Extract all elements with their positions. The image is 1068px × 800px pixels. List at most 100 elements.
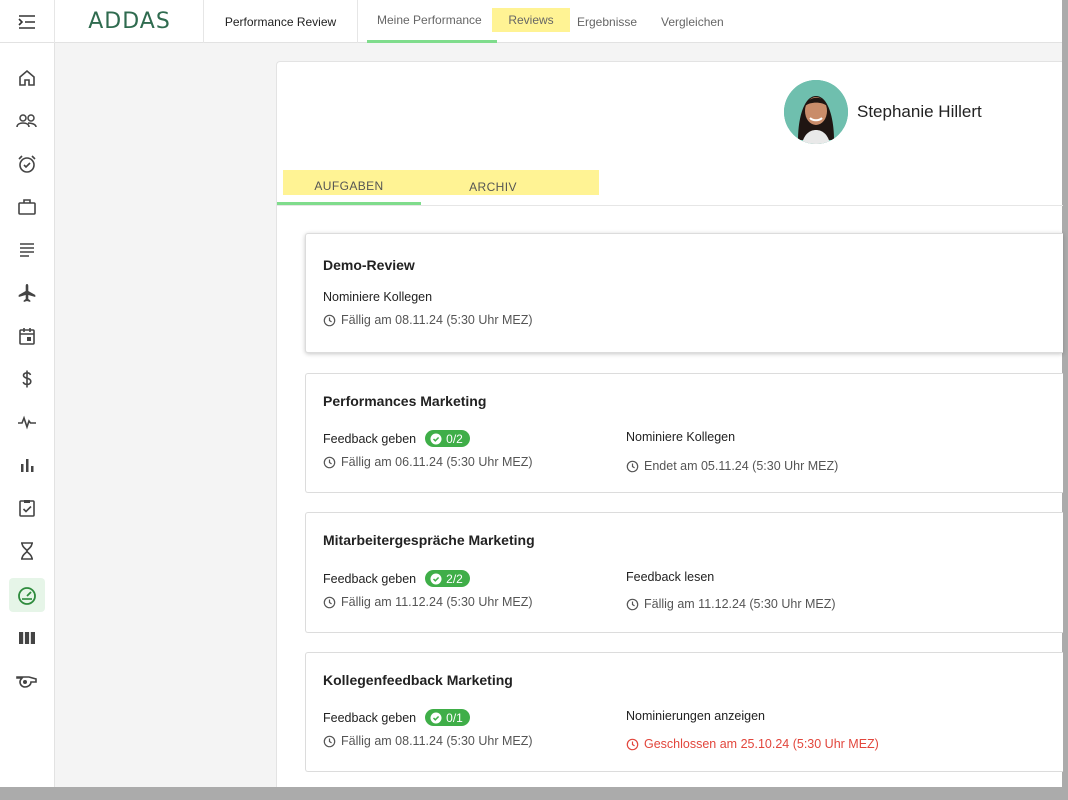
briefcase-icon	[18, 199, 36, 215]
task-label: Feedback lesen	[626, 570, 715, 584]
tab-ergebnisse[interactable]: Ergebnisse	[577, 0, 637, 43]
home-icon	[19, 69, 35, 86]
employee-profile[interactable]: Stephanie Hillert	[784, 80, 982, 144]
due-text: Fällig am 11.12.24 (5:30 Uhr MEZ)	[341, 595, 533, 609]
task-link[interactable]: Feedback lesen	[626, 570, 714, 584]
tab-label: Reviews	[508, 13, 554, 27]
tab-label: Ergebnisse	[577, 14, 638, 29]
due-date: Fällig am 08.11.24 (5:30 Uhr MEZ)	[323, 313, 533, 327]
columns-icon	[19, 632, 35, 644]
sidebar-item-calendar[interactable]	[9, 319, 45, 353]
sidebar	[0, 43, 55, 787]
review-card[interactable]: Demo-Review Nominiere Kollegen Fällig am…	[305, 233, 1063, 353]
dollar-icon	[22, 370, 32, 388]
whistle-icon	[16, 676, 37, 688]
due-text: Fällig am 11.12.24 (5:30 Uhr MEZ)	[644, 597, 836, 611]
user-photo	[784, 80, 848, 144]
notes-icon	[20, 243, 34, 257]
end-date: Endet am 05.11.24 (5:30 Uhr MEZ)	[626, 459, 838, 473]
clock-icon	[323, 735, 336, 747]
top-bar: ADDAS Performance Review Meine Performan…	[0, 0, 1062, 43]
clock-icon	[626, 738, 639, 750]
card-title: Mitarbeitergespräche Marketing	[323, 532, 535, 548]
card-title: Kollegenfeedback Marketing	[323, 672, 513, 688]
people-icon	[16, 114, 37, 128]
check-circle-icon	[430, 712, 442, 723]
clock-icon	[626, 598, 639, 610]
sidebar-item-absences[interactable]	[9, 276, 45, 310]
due-text: Geschlossen am 25.10.24 (5:30 Uhr MEZ)	[644, 737, 879, 751]
clock-icon	[323, 456, 336, 468]
tab-archiv[interactable]: ARCHIV	[421, 169, 565, 205]
bar-chart-icon	[21, 459, 34, 472]
pulse-icon	[18, 415, 36, 430]
tab-reviews[interactable]: Reviews	[492, 8, 570, 32]
due-text: Endet am 05.11.24 (5:30 Uhr MEZ)	[644, 459, 839, 473]
sidebar-item-activity[interactable]	[9, 405, 45, 439]
employee-name: Stephanie Hillert	[857, 102, 982, 121]
task-label: Feedback geben	[323, 571, 417, 586]
sidebar-item-board[interactable]	[9, 621, 45, 655]
card-title: Demo-Review	[323, 257, 415, 273]
subtab-bar: AUFGABEN ARCHIV	[277, 169, 1063, 206]
due-date: Fällig am 08.11.24 (5:30 Uhr MEZ)	[323, 734, 533, 748]
tab-vergleichen[interactable]: Vergleichen	[661, 0, 724, 43]
review-card[interactable]: Performances Marketing Feedback geben 0/…	[305, 373, 1063, 493]
task-label: Nominierungen anzeigen	[626, 709, 765, 723]
badge-count: 0/2	[446, 431, 463, 446]
closed-date: Geschlossen am 25.10.24 (5:30 Uhr MEZ)	[626, 737, 879, 751]
review-card[interactable]: Kollegenfeedback Marketing Feedback gebe…	[305, 652, 1063, 772]
clock-icon	[323, 314, 336, 326]
sidebar-item-performance[interactable]	[9, 578, 45, 612]
sidebar-item-tasks[interactable]	[9, 491, 45, 525]
task-label: Nominiere Kollegen	[626, 430, 736, 444]
task-label: Feedback geben	[323, 710, 417, 725]
task-link[interactable]: Nominiere Kollegen	[323, 290, 432, 304]
main-panel: Stephanie Hillert AUFGABEN ARCHIV Demo-R…	[276, 61, 1063, 787]
sidebar-item-trial-period[interactable]	[9, 534, 45, 568]
due-date: Fällig am 06.11.24 (5:30 Uhr MEZ)	[323, 455, 533, 469]
badge-count: 2/2	[446, 571, 463, 586]
check-circle-icon	[430, 433, 442, 444]
review-card[interactable]: Mitarbeitergespräche Marketing Feedback …	[305, 512, 1063, 633]
menu-toggle-button[interactable]	[0, 0, 55, 43]
task-link[interactable]: Feedback geben 0/1	[323, 709, 470, 726]
progress-badge: 0/2	[425, 430, 470, 447]
check-circle-icon	[430, 573, 442, 584]
tab-aufgaben[interactable]: AUFGABEN	[277, 169, 421, 205]
avatar	[784, 80, 848, 144]
sidebar-item-people[interactable]	[9, 104, 45, 138]
tab-label: AUFGABEN	[314, 178, 384, 193]
badge-count: 0/1	[446, 710, 463, 725]
sidebar-item-reports[interactable]	[9, 448, 45, 482]
tab-meine-performance[interactable]: Meine Performance	[367, 0, 497, 43]
due-text: Fällig am 08.11.24 (5:30 Uhr MEZ)	[341, 734, 533, 748]
card-title: Performances Marketing	[323, 393, 487, 409]
progress-badge: 2/2	[425, 570, 470, 587]
company-logo[interactable]: ADDAS	[56, 0, 204, 43]
progress-badge: 0/1	[425, 709, 470, 726]
task-link[interactable]: Feedback geben 2/2	[323, 570, 470, 587]
due-date: Fällig am 11.12.24 (5:30 Uhr MEZ)	[323, 595, 533, 609]
app-window: ADDAS Performance Review Meine Performan…	[0, 0, 1063, 787]
task-label: Nominiere Kollegen	[323, 290, 433, 304]
hourglass-icon	[21, 542, 33, 560]
due-text: Fällig am 06.11.24 (5:30 Uhr MEZ)	[341, 455, 533, 469]
task-label: Feedback geben	[323, 431, 417, 446]
module-title[interactable]: Performance Review	[204, 0, 358, 43]
sidebar-item-payroll[interactable]	[9, 362, 45, 396]
sidebar-item-notes[interactable]	[9, 233, 45, 267]
sidebar-item-home[interactable]	[9, 61, 45, 95]
sidebar-item-jobs[interactable]	[9, 190, 45, 224]
clock-icon	[626, 460, 639, 472]
task-link[interactable]: Nominiere Kollegen	[626, 430, 735, 444]
calendar-icon	[19, 328, 35, 345]
alarm-clock-icon	[18, 155, 36, 173]
logo-text: ADDAS	[88, 9, 171, 34]
sidebar-item-time-tracking[interactable]	[9, 147, 45, 181]
tab-label: Meine Performance	[377, 13, 482, 27]
sidebar-item-coaching[interactable]	[9, 664, 45, 698]
task-link[interactable]: Nominierungen anzeigen	[626, 709, 765, 723]
task-link[interactable]: Feedback geben 0/2	[323, 430, 470, 447]
due-date: Fällig am 11.12.24 (5:30 Uhr MEZ)	[626, 597, 836, 611]
